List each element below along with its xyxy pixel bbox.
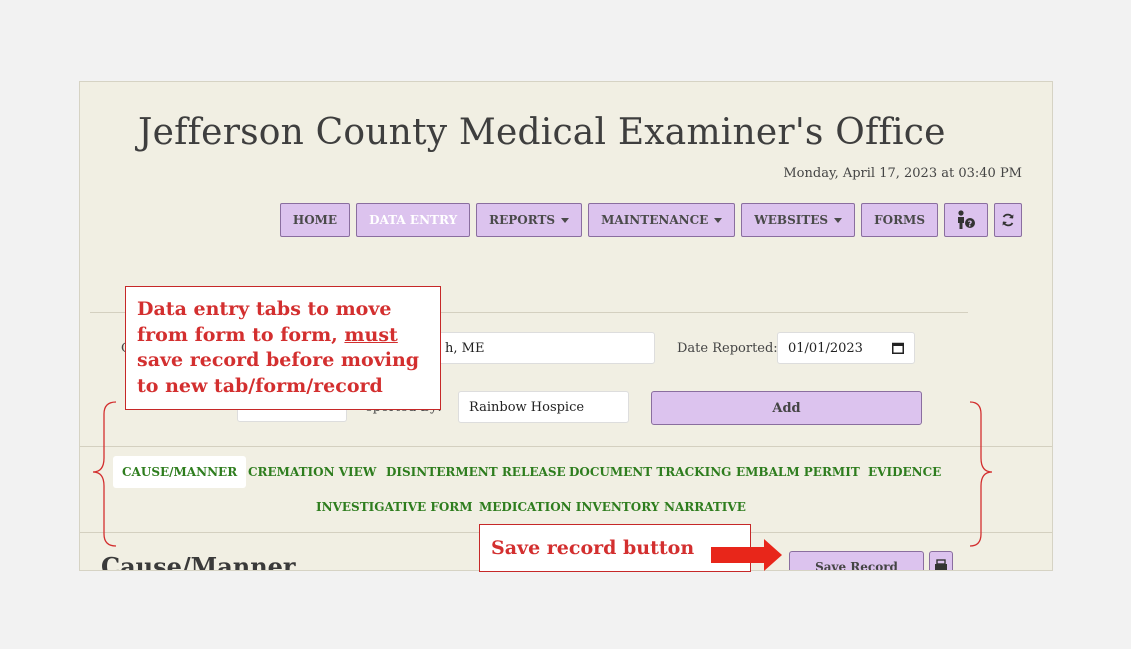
nav-reports-label: REPORTS (489, 213, 556, 227)
annotation-tabs-note: Data entry tabs to move from form to for… (125, 286, 441, 410)
nav-data-entry-button[interactable]: DATA ENTRY (356, 203, 471, 237)
person-help-icon: ? (958, 210, 975, 229)
printer-icon (935, 559, 947, 570)
tab-medication-inventory[interactable]: MEDICATION INVENTORY (479, 500, 659, 514)
print-button[interactable] (929, 551, 953, 570)
tab-cremation-view[interactable]: CREMATION VIEW (248, 465, 376, 479)
date-reported-label: Date Reported: (677, 341, 778, 356)
annotation-save-note: Save record button (479, 524, 751, 572)
tab-narrative[interactable]: NARRATIVE (664, 500, 746, 514)
caret-down-icon (714, 217, 723, 223)
site-title: Jefferson County Medical Examiner's Offi… (138, 112, 946, 153)
divider (80, 446, 1052, 447)
svg-text:?: ? (968, 220, 973, 229)
tab-cause-manner[interactable]: CAUSE/MANNER (113, 456, 247, 488)
nav-home-button[interactable]: HOME (279, 203, 351, 237)
nav-reports-button[interactable]: REPORTS (476, 203, 583, 237)
refresh-button[interactable] (994, 203, 1022, 237)
caret-down-icon (561, 217, 570, 223)
section-title: Cause/Manner (101, 552, 296, 571)
date-reported-value: 01/01/2023 (788, 340, 863, 356)
save-record-button[interactable]: Save Record (789, 551, 924, 570)
calendar-icon (892, 342, 904, 354)
nav-websites-label: WEBSITES (754, 213, 829, 227)
current-datetime: Monday, April 17, 2023 at 03:40 PM (783, 166, 1022, 181)
tab-evidence[interactable]: EVIDENCE (868, 465, 941, 479)
nav-websites-button[interactable]: WEBSITES (741, 203, 856, 237)
nav-maintenance-button[interactable]: MAINTENANCE (588, 203, 736, 237)
annotation-emphasis: must (344, 323, 398, 346)
reported-by-field[interactable]: Rainbow Hospice (458, 391, 629, 423)
tab-embalm-permit[interactable]: EMBALM PERMIT (736, 465, 860, 479)
annotation-text: save record before moving to new tab/for… (137, 349, 420, 397)
refresh-icon (1002, 213, 1014, 227)
add-button[interactable]: Add (651, 391, 922, 425)
main-nav: HOME DATA ENTRY REPORTS MAINTENANCE WEBS… (279, 203, 1022, 237)
nav-maintenance-label: MAINTENANCE (601, 213, 709, 227)
caret-down-icon (834, 217, 843, 223)
tab-disinterment-release[interactable]: DISINTERMENT RELEASE (386, 465, 566, 479)
nav-data-entry-label: DATA ENTRY (369, 213, 458, 227)
nav-forms-label: FORMS (874, 213, 925, 227)
nav-forms-button[interactable]: FORMS (861, 203, 938, 237)
tab-document-tracking[interactable]: DOCUMENT TRACKING (569, 465, 731, 479)
location-field[interactable]: h, ME (434, 332, 655, 364)
tab-investigative-form[interactable]: INVESTIGATIVE FORM (316, 500, 473, 514)
help-button[interactable]: ? (944, 203, 988, 237)
date-reported-field[interactable]: 01/01/2023 (777, 332, 915, 364)
nav-home-label: HOME (292, 213, 338, 227)
